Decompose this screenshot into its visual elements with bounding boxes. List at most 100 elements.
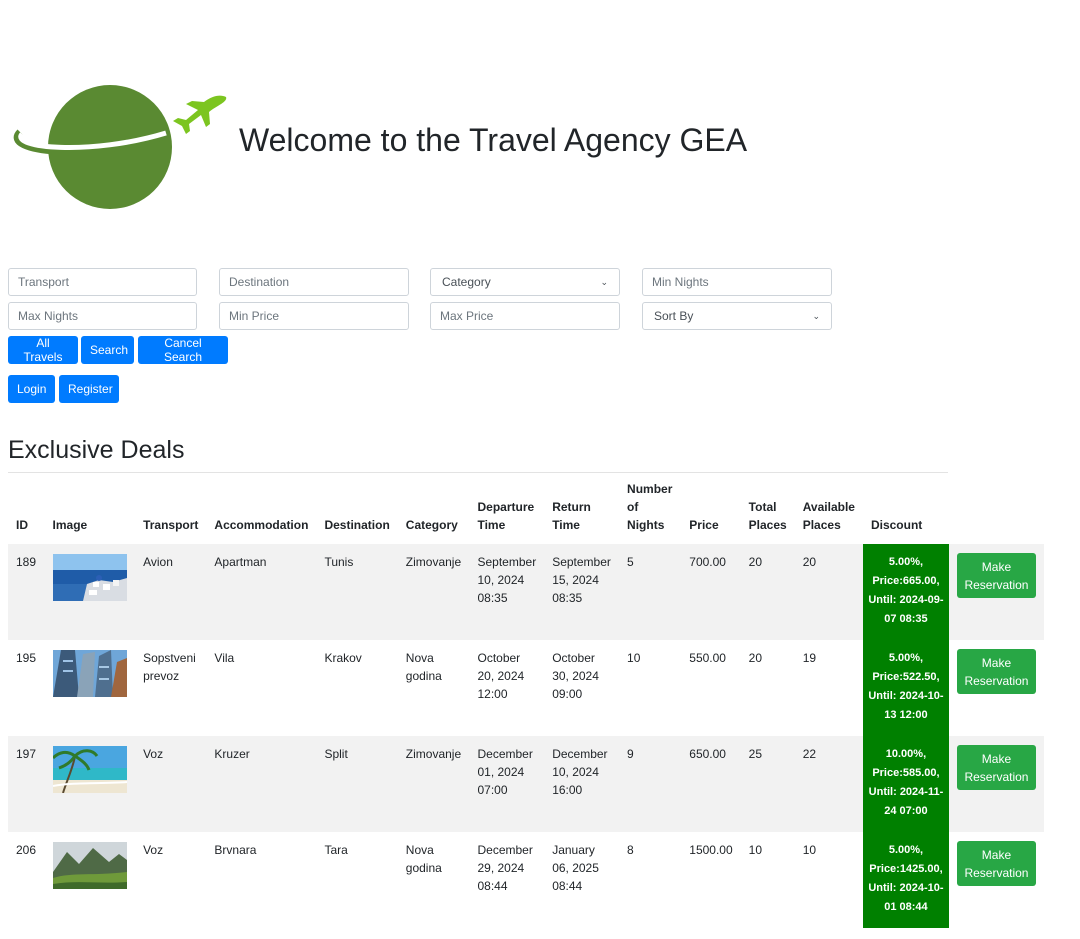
column-header-discount: Discount	[870, 518, 923, 532]
column-header-id: ID	[16, 518, 28, 532]
chevron-down-icon: ⌄	[812, 310, 820, 321]
make-reservation-button[interactable]: Make Reservation	[956, 841, 1036, 886]
make-reservation-button[interactable]: Make Reservation	[956, 649, 1036, 694]
max-nights-input[interactable]	[8, 302, 197, 330]
table-header-row: ID Image Transport Accommodation Destina…	[8, 480, 1044, 544]
exclusive-deals-heading: Exclusive Deals	[8, 436, 185, 464]
column-header-price: Price	[689, 518, 719, 532]
login-button[interactable]: Login	[8, 375, 55, 403]
cell-action: Make Reservation	[949, 544, 1044, 640]
cell-transport: Avion	[143, 555, 173, 569]
column-header-nights: Number of Nights	[627, 482, 673, 532]
cell-discount: 5.00%, Price:1425.00, Until: 2024-10-01 …	[862, 832, 949, 928]
table-row: 206 Voz Brvnara Tara Nova godina Decembe…	[8, 832, 1044, 928]
transport-input[interactable]	[8, 268, 197, 296]
cell-image	[45, 736, 136, 832]
cell-category: Nova godina	[405, 843, 442, 875]
cell-accommodation: Apartman	[214, 555, 267, 569]
cell-discount: 5.00%, Price:665.00, Until: 2024-09-07 0…	[862, 544, 949, 640]
palm-beach-photo	[52, 746, 127, 793]
cell-departure: December 29, 2024 08:44	[477, 843, 533, 893]
divider	[8, 472, 948, 473]
cell-destination: Krakov	[324, 651, 362, 665]
cell-return: December 10, 2024 16:00	[552, 747, 608, 797]
column-header-departure: Departure Time	[477, 500, 535, 532]
cell-category: Zimovanje	[405, 555, 462, 569]
search-button[interactable]: Search	[81, 336, 134, 364]
page-title: Welcome to the Travel Agency GEA	[239, 122, 748, 158]
cell-category: Nova godina	[405, 651, 442, 683]
cell-image	[45, 544, 136, 640]
make-reservation-button[interactable]: Make Reservation	[956, 553, 1036, 598]
cell-departure: December 01, 2024 07:00	[477, 747, 533, 797]
cell-id: 206	[16, 843, 37, 857]
city-towers-photo	[52, 650, 127, 697]
min-price-input[interactable]	[219, 302, 409, 330]
cell-image	[45, 640, 136, 736]
cell-available-places: 10	[802, 843, 817, 857]
column-header-transport: Transport	[143, 518, 199, 532]
chevron-down-icon: ⌄	[600, 276, 608, 287]
cell-id: 189	[16, 555, 37, 569]
cell-accommodation: Vila	[214, 651, 235, 665]
cell-available-places: 20	[802, 555, 817, 569]
column-header-image: Image	[52, 518, 88, 532]
min-nights-input[interactable]	[642, 268, 832, 296]
cell-id: 195	[16, 651, 37, 665]
mountain-valley-photo	[52, 842, 127, 889]
table-row: 197 Voz Kruzer Split Zimovanje December …	[8, 736, 1044, 832]
cell-nights: 8	[627, 843, 634, 857]
cell-image	[45, 832, 136, 928]
column-header-return: Return Time	[552, 500, 591, 532]
cell-available-places: 19	[802, 651, 817, 665]
cell-action: Make Reservation	[949, 832, 1044, 928]
cell-return: September 15, 2024 08:35	[552, 555, 611, 605]
column-header-accommodation: Accommodation	[214, 518, 309, 532]
column-header-available: Available Places	[802, 500, 855, 532]
santorini-photo	[52, 554, 127, 601]
category-select[interactable]: Category ⌄	[430, 268, 620, 296]
column-header-action	[949, 480, 1044, 544]
cell-return: January 06, 2025 08:44	[552, 843, 599, 893]
make-reservation-button[interactable]: Make Reservation	[956, 745, 1036, 790]
cell-nights: 5	[627, 555, 634, 569]
cell-accommodation: Kruzer	[214, 747, 250, 761]
cell-transport: Voz	[143, 747, 164, 761]
cell-price: 700.00	[689, 555, 726, 569]
cell-departure: October 20, 2024 12:00	[477, 651, 525, 701]
cell-action: Make Reservation	[949, 736, 1044, 832]
sort-by-select[interactable]: Sort By ⌄	[642, 302, 832, 330]
travel-agency-logo	[13, 85, 227, 209]
cell-total-places: 25	[748, 747, 763, 761]
cell-action: Make Reservation	[949, 640, 1044, 736]
table-row: 189 Avion Apartman Tunis Zimovanje Septe…	[8, 544, 1044, 640]
cell-available-places: 22	[802, 747, 817, 761]
category-select-value: Category	[442, 275, 491, 289]
cell-discount: 5.00%, Price:522.50, Until: 2024-10-13 1…	[862, 640, 949, 736]
column-header-destination: Destination	[324, 518, 390, 532]
cell-total-places: 10	[748, 843, 763, 857]
cell-transport: Sopstveni prevoz	[143, 651, 196, 683]
cell-destination: Split	[324, 747, 348, 761]
cell-accommodation: Brvnara	[214, 843, 257, 857]
cancel-search-button[interactable]: Cancel Search	[138, 336, 228, 364]
cell-total-places: 20	[748, 555, 763, 569]
cell-price: 550.00	[689, 651, 726, 665]
site-header: Welcome to the Travel Agency GEA	[0, 0, 1080, 250]
all-travels-button[interactable]: All Travels	[8, 336, 78, 364]
cell-nights: 10	[627, 651, 641, 665]
cell-category: Zimovanje	[405, 747, 462, 761]
table-row: 195 Sopstveni prevoz Vila Krakov Nova go…	[8, 640, 1044, 736]
cell-destination: Tunis	[324, 555, 354, 569]
cell-id: 197	[16, 747, 37, 761]
register-button[interactable]: Register	[59, 375, 119, 403]
column-header-total: Total Places	[748, 500, 787, 532]
cell-destination: Tara	[324, 843, 348, 857]
column-header-category: Category	[405, 518, 458, 532]
cell-discount: 10.00%, Price:585.00, Until: 2024-11-24 …	[862, 736, 949, 832]
destination-input[interactable]	[219, 268, 409, 296]
cell-price: 1500.00	[689, 843, 733, 857]
cell-return: October 30, 2024 09:00	[552, 651, 599, 701]
cell-departure: September 10, 2024 08:35	[477, 555, 537, 605]
max-price-input[interactable]	[430, 302, 620, 330]
